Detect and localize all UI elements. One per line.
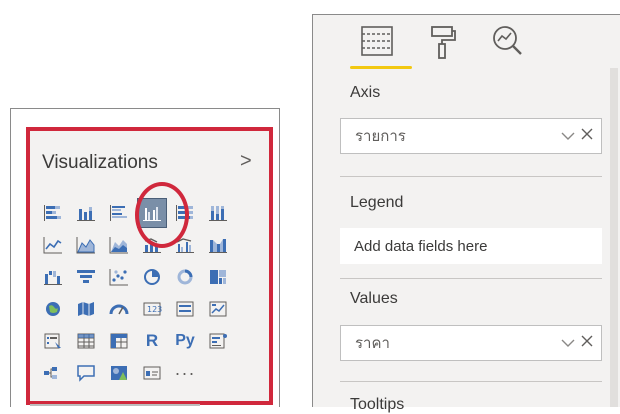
axis-field-well[interactable]: รายการ — [340, 118, 602, 154]
r-visual-icon[interactable]: R — [137, 326, 167, 356]
filled-map-icon[interactable] — [71, 294, 101, 324]
values-field-well[interactable]: ราคา — [340, 325, 602, 361]
pie-chart-icon[interactable] — [137, 262, 167, 292]
qa-icon[interactable] — [71, 358, 101, 388]
stacked-column-chart-icon[interactable] — [71, 198, 101, 228]
more-visuals-label: ··· — [174, 362, 196, 383]
values-field-value: ราคา — [355, 335, 390, 352]
stacked-bar-chart-icon[interactable] — [38, 198, 68, 228]
chevron-down-icon[interactable] — [561, 128, 575, 144]
clustered-column-chart-icon[interactable] — [137, 198, 167, 228]
stacked-area-chart-icon[interactable] — [104, 230, 134, 260]
area-chart-icon[interactable] — [71, 230, 101, 260]
format-paint-icon[interactable] — [428, 24, 458, 67]
svg-text:123: 123 — [147, 305, 162, 314]
more-visuals-icon[interactable]: ··· — [170, 358, 200, 388]
legend-field-well[interactable]: Add data fields here — [340, 228, 602, 264]
axis-label: Axis — [350, 84, 381, 101]
multi-row-card-icon[interactable] — [170, 294, 200, 324]
tooltips-label: Tooltips — [350, 396, 405, 413]
decomposition-tree-icon[interactable] — [38, 358, 68, 388]
100-stacked-bar-chart-icon[interactable] — [170, 198, 200, 228]
r-visual-label: R — [145, 331, 159, 350]
scatter-chart-icon[interactable] — [104, 262, 134, 292]
treemap-icon[interactable] — [203, 262, 233, 292]
card-icon[interactable]: 123 — [137, 294, 167, 324]
values-label: Values — [350, 290, 398, 307]
section-divider — [340, 278, 602, 279]
legend-label: Legend — [350, 194, 404, 211]
funnel-chart-icon[interactable] — [71, 262, 101, 292]
line-stacked-column-chart-icon[interactable] — [137, 230, 167, 260]
active-tab-indicator — [350, 66, 412, 69]
visualizations-title: Visualizations — [42, 152, 158, 173]
scrollbar[interactable] — [610, 68, 618, 407]
map-icon[interactable] — [38, 294, 68, 324]
line-chart-icon[interactable] — [38, 230, 68, 260]
axis-field-value: รายการ — [355, 128, 406, 145]
python-visual-label: Py — [175, 332, 195, 349]
gauge-icon[interactable] — [104, 294, 134, 324]
fields-tab-icon[interactable] — [358, 24, 400, 65]
section-divider — [340, 381, 602, 382]
chevron-down-icon[interactable] — [561, 335, 575, 351]
ribbon-chart-icon[interactable] — [203, 230, 233, 260]
legend-placeholder: Add data fields here — [354, 237, 488, 255]
key-influencers-icon[interactable] — [203, 326, 233, 356]
donut-chart-icon[interactable] — [170, 262, 200, 292]
matrix-icon[interactable] — [104, 326, 134, 356]
smart-narrative-icon[interactable] — [137, 358, 167, 388]
line-clustered-column-chart-icon[interactable] — [170, 230, 200, 260]
collapse-pane-chevron-icon[interactable]: > — [240, 150, 252, 173]
slicer-icon[interactable] — [38, 326, 68, 356]
100-stacked-column-chart-icon[interactable] — [203, 198, 233, 228]
python-visual-icon[interactable]: Py — [170, 326, 200, 356]
pane-edge — [30, 404, 200, 406]
kpi-icon[interactable] — [203, 294, 233, 324]
remove-field-icon[interactable] — [581, 334, 593, 352]
remove-field-icon[interactable] — [581, 127, 593, 145]
clustered-bar-chart-icon[interactable] — [104, 198, 134, 228]
visual-types-grid: 123 R Py ··· — [38, 198, 233, 388]
waterfall-chart-icon[interactable] — [38, 262, 68, 292]
arcgis-map-icon[interactable] — [104, 358, 134, 388]
table-icon[interactable] — [71, 326, 101, 356]
analytics-icon[interactable] — [490, 24, 526, 67]
section-divider — [340, 176, 602, 177]
